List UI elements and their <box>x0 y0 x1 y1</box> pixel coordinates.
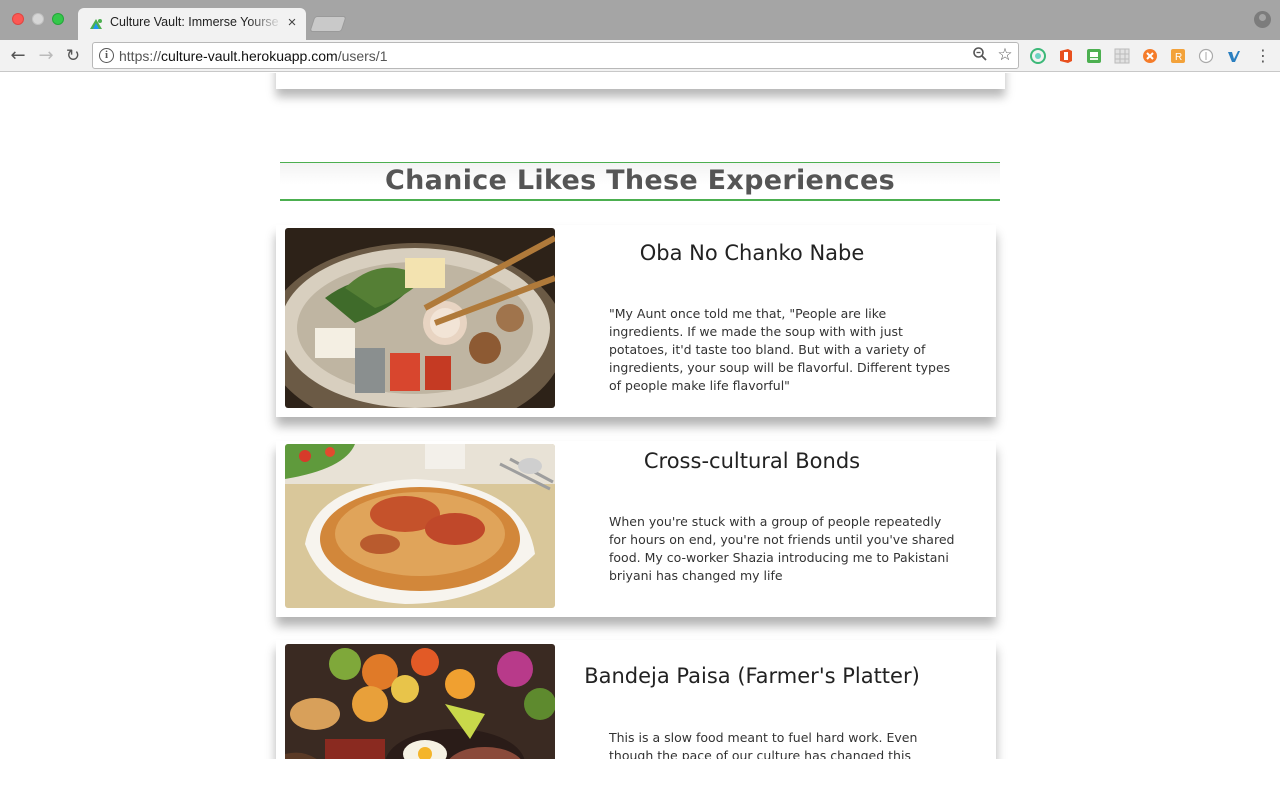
hot-pot-photo[interactable] <box>285 228 555 408</box>
profile-icon[interactable] <box>1254 11 1271 28</box>
zoom-icon[interactable] <box>971 46 989 64</box>
office-extension-icon[interactable] <box>1058 48 1074 64</box>
svg-text:R: R <box>1175 52 1182 63</box>
experience-title[interactable]: Cross-cultural Bonds <box>566 449 938 473</box>
experience-title[interactable]: Oba No Chanko Nabe <box>566 241 938 265</box>
print-extension-icon[interactable] <box>1086 48 1102 64</box>
experience-text: This is a slow food meant to fuel hard w… <box>609 730 918 759</box>
back-arrow-icon[interactable]: ← <box>7 45 29 67</box>
experience-title[interactable]: Bandeja Paisa (Farmer's Platter) <box>566 664 938 688</box>
new-tab-button[interactable] <box>309 16 347 32</box>
section-title: Chanice Likes These Experiences <box>385 165 895 196</box>
culture-vault-favicon-icon <box>90 19 102 29</box>
tab-title-fade <box>248 12 282 34</box>
experience-card[interactable]: Oba No Chanko Nabe "My Aunt once told me… <box>276 225 996 417</box>
page-viewport: Chanice Likes These Experiences Oba No C… <box>0 73 1280 759</box>
tab-close-icon[interactable]: × <box>284 14 300 32</box>
platter-photo[interactable] <box>285 644 555 759</box>
close-window-button[interactable] <box>12 13 24 25</box>
url-path: /users/1 <box>337 48 388 64</box>
address-bar[interactable]: i https://culture-vault.herokuapp.com/us… <box>92 42 1019 69</box>
url-text[interactable]: https://culture-vault.herokuapp.com/user… <box>119 48 388 65</box>
orange-extension-icon[interactable] <box>1142 48 1158 64</box>
vimeo-extension-icon[interactable] <box>1226 48 1242 64</box>
maximize-window-button[interactable] <box>52 13 64 25</box>
extension-1-icon[interactable] <box>1030 48 1046 64</box>
menu-dots-icon[interactable]: ⋮ <box>1255 46 1271 66</box>
browser-titlebar: Culture Vault: Immerse Yourself × <box>0 0 1280 40</box>
browser-tab[interactable]: Culture Vault: Immerse Yourself × <box>78 8 306 40</box>
grid-extension-icon[interactable] <box>1114 48 1130 64</box>
section-header: Chanice Likes These Experiences <box>280 162 1000 201</box>
star-icon[interactable]: ☆ <box>995 45 1015 65</box>
forward-arrow-icon[interactable]: → <box>35 45 57 67</box>
info-icon[interactable]: i <box>99 48 114 63</box>
reload-icon[interactable]: ↻ <box>62 45 84 67</box>
url-host: culture-vault.herokuapp.com <box>161 48 338 64</box>
url-scheme: https:// <box>119 48 162 64</box>
experience-text: When you're stuck with a group of people… <box>609 514 955 583</box>
experience-card[interactable]: Cross-cultural Bonds When you're stuck w… <box>276 441 996 617</box>
experience-text: "My Aunt once told me that, "People are … <box>609 306 951 393</box>
previous-card-bottom <box>276 73 1005 89</box>
circle-extension-icon[interactable] <box>1198 48 1214 64</box>
reader-extension-icon[interactable]: R <box>1170 48 1186 64</box>
biryani-photo[interactable] <box>285 444 555 608</box>
minimize-window-button[interactable] <box>32 13 44 25</box>
experience-card[interactable]: Bandeja Paisa (Farmer's Platter) This is… <box>276 640 996 759</box>
